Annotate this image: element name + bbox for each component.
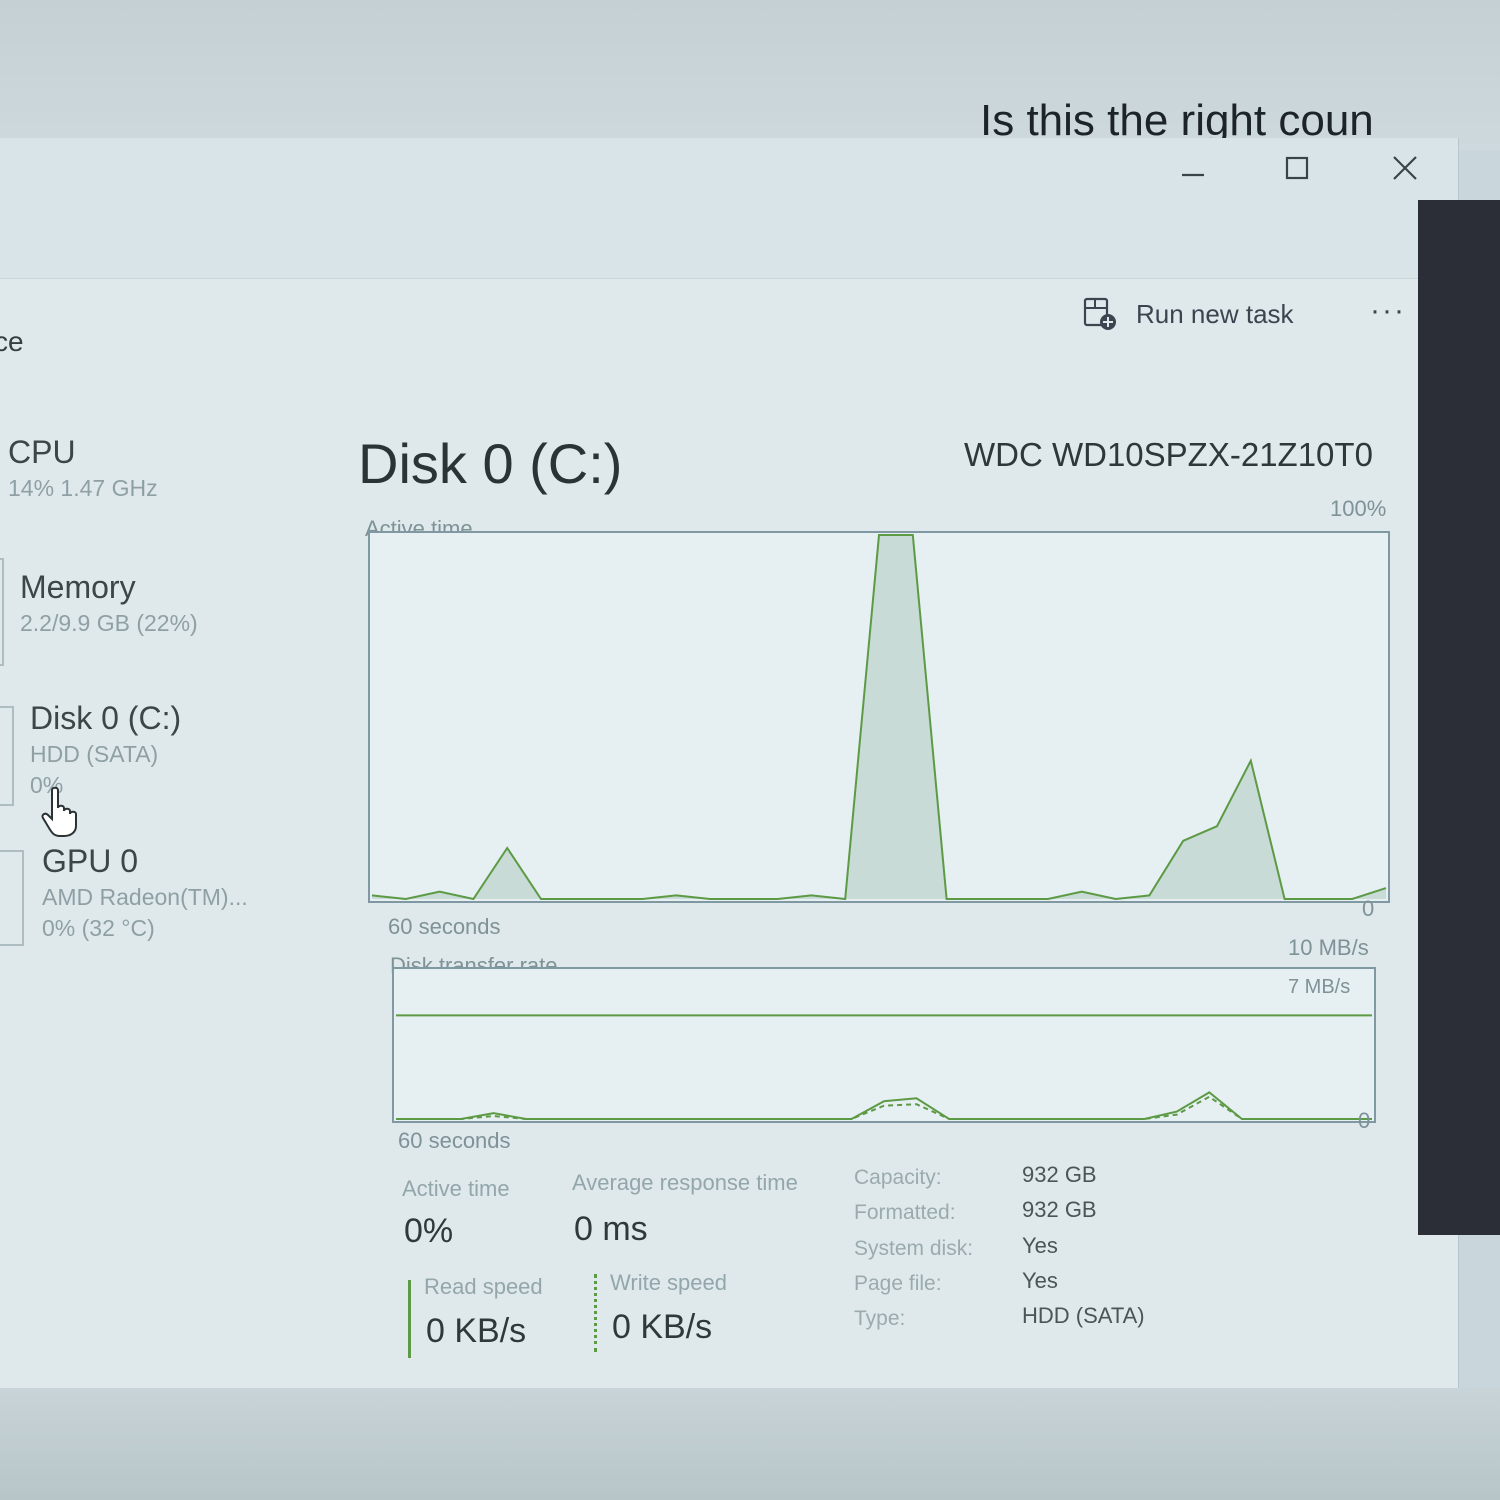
info-key-page-file: Page file: (854, 1272, 942, 1295)
sidebar-item-label: CPU (8, 434, 76, 470)
graph-frame (392, 967, 1376, 1123)
sidebar-item-label: Disk 0 (C:) (30, 700, 182, 736)
run-new-task-button[interactable]: Run new task (1082, 296, 1294, 332)
write-speed-value: 0 KB/s (612, 1308, 713, 1346)
read-speed-value: 0 KB/s (426, 1312, 527, 1350)
toolbar-divider (0, 278, 1458, 279)
sidebar-item-detail: HDD (SATA) (30, 741, 159, 767)
info-value-formatted: 932 GB (1022, 1197, 1097, 1222)
sidebar-item-detail: AMD Radeon(TM)... (42, 884, 248, 910)
sidebar-item-label: GPU 0 (42, 843, 139, 879)
write-speed-label: Write speed (610, 1270, 727, 1295)
active-time-graph (368, 531, 1390, 903)
hand-cursor-icon (41, 786, 77, 837)
sidebar-item-detail: 14% 1.47 GHz (8, 475, 158, 501)
info-key-formatted: Formatted: (854, 1201, 956, 1224)
info-value-page-file: Yes (1022, 1268, 1058, 1293)
task-manager-window: ce Run new task ··· CPU 14% 1.47 GHz Mem… (0, 138, 1459, 1388)
sidebar-item-usage: 0% (32 °C) (42, 915, 155, 941)
sidebar-item-cpu[interactable]: CPU 14% 1.47 GHz (8, 434, 158, 502)
page-title-fragment: ce (0, 326, 24, 357)
info-key-capacity: Capacity: (854, 1166, 942, 1189)
info-key-type: Type: (854, 1307, 906, 1330)
transfer-rate-min-label: 0 (1358, 1108, 1371, 1133)
close-icon (1393, 156, 1417, 180)
background-dark-panel (1418, 200, 1500, 1235)
active-time-min-label: 0 (1362, 896, 1375, 921)
write-speed-legend-bar (594, 1274, 597, 1352)
minimize-button[interactable] (1168, 148, 1218, 188)
sidebar-item-disk[interactable]: Disk 0 (C:) HDD (SATA) 0% (30, 700, 181, 799)
transfer-rate-max-label: 10 MB/s (1288, 935, 1369, 960)
info-key-system-disk: System disk: (854, 1237, 974, 1260)
transfer-rate-line-label: 7 MB/s (1288, 976, 1351, 998)
maximize-icon (1285, 156, 1309, 180)
background-taskbar-area (0, 1388, 1500, 1500)
info-value-system-disk: Yes (1022, 1233, 1058, 1258)
more-options-button[interactable]: ··· (1370, 294, 1406, 328)
maximize-button[interactable] (1272, 148, 1322, 188)
close-button[interactable] (1380, 148, 1430, 188)
sidebar-item-label: Memory (20, 569, 136, 605)
disk-title: Disk 0 (C:) (358, 432, 623, 495)
read-speed-label: Read speed (424, 1274, 543, 1299)
active-time-max-label: 100% (1330, 496, 1387, 521)
sidebar-item-memory[interactable]: Memory 2.2/9.9 GB (22%) (20, 569, 198, 637)
title-bar (0, 138, 1458, 278)
info-value-type: HDD (SATA) (1022, 1303, 1145, 1328)
transfer-rate-span-label: 60 seconds (398, 1128, 511, 1153)
active-time-stat-value: 0% (404, 1212, 454, 1250)
transfer-rate-graph (392, 967, 1376, 1123)
avg-response-value: 0 ms (574, 1210, 648, 1248)
gpu-thumbnail (0, 850, 24, 946)
memory-thumbnail (0, 558, 4, 666)
avg-response-label: Average response time (572, 1170, 798, 1195)
info-value-capacity: 932 GB (1022, 1162, 1097, 1187)
read-speed-legend-bar (408, 1280, 411, 1358)
minimize-icon (1182, 173, 1204, 177)
active-time-span-label: 60 seconds (388, 914, 501, 939)
disk-model: WDC WD10SPZX-21Z10T0 (964, 436, 1373, 473)
sidebar-item-gpu[interactable]: GPU 0 AMD Radeon(TM)... 0% (32 °C) (42, 843, 248, 942)
active-time-stat-label: Active time (402, 1176, 510, 1201)
run-new-task-label: Run new task (1136, 298, 1294, 329)
sidebar-item-detail: 2.2/9.9 GB (22%) (20, 610, 198, 636)
disk-thumbnail (0, 706, 14, 806)
run-task-icon (1083, 297, 1116, 330)
